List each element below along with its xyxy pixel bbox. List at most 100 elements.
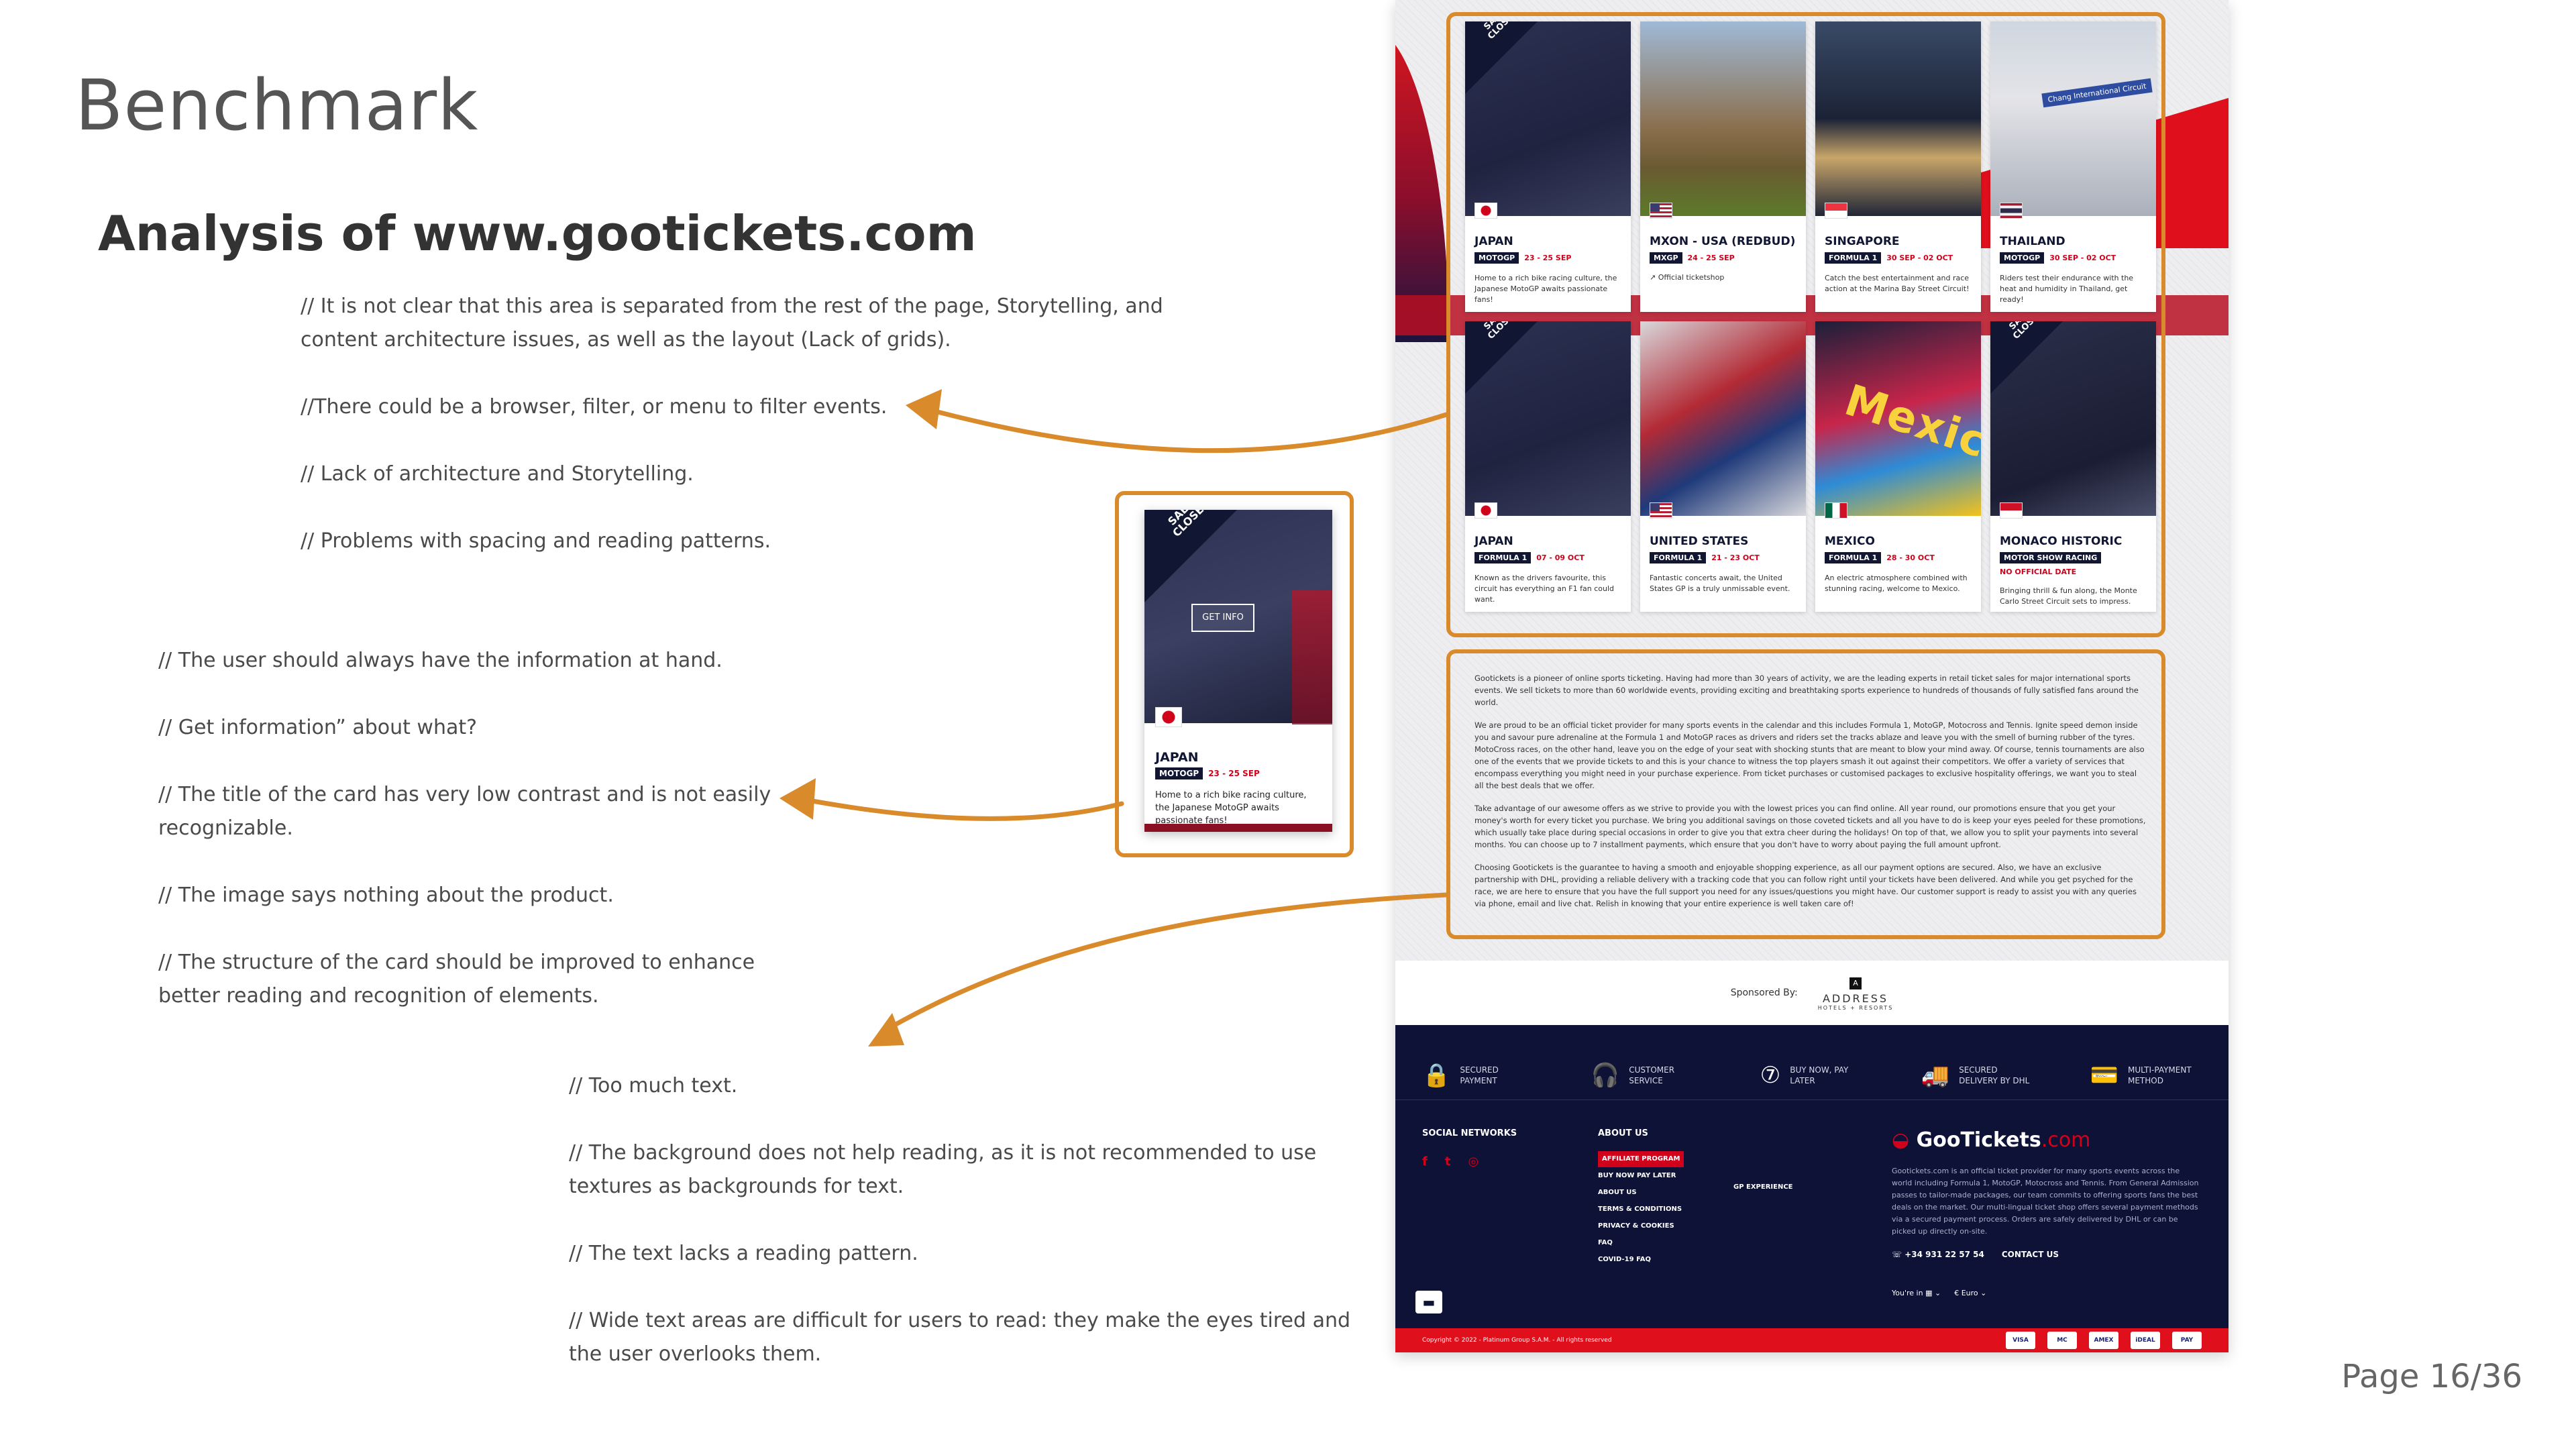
locale-label: You're in	[1892, 1289, 1923, 1297]
feature-label: MULTI-PAYMENT METHOD	[2127, 1065, 2192, 1085]
about-links: AFFILIATE PROGRAM BUY NOW PAY LATER ABOUT …	[1598, 1150, 1684, 1268]
payment-logo-icon: MC	[2047, 1332, 2077, 1349]
slide-title: Benchmark	[75, 64, 479, 146]
locale-selector[interactable]: You're in ▦ ⌄	[1892, 1289, 1941, 1297]
copyright-bar: Copyright © 2022 - Platinum Group S.A.M.…	[1395, 1328, 2229, 1352]
feature-label: BUY NOW, PAY LATER	[1790, 1065, 1849, 1085]
installments-icon: ⑦	[1760, 1061, 1781, 1089]
arrowhead	[868, 1013, 904, 1046]
page-number: Page 16/36	[2341, 1358, 2522, 1395]
about-link-row: FAQ	[1598, 1234, 1684, 1251]
footer-link[interactable]: ABOUT US	[1598, 1189, 1637, 1196]
feature-item: ⑦ BUY NOW, PAY LATER	[1760, 1051, 1864, 1099]
contact-us-link[interactable]: CONTACT US	[2002, 1250, 2059, 1259]
feature-item: 🚚 SECURED DELIVERY BY DHL	[1921, 1051, 2033, 1099]
note-line: // The image says nothing about the prod…	[158, 883, 614, 907]
phone-link[interactable]: ☏ +34 931 22 57 54	[1892, 1250, 1984, 1259]
highlight-text-area	[1446, 649, 2165, 939]
twitter-icon[interactable]: t	[1445, 1155, 1451, 1169]
chat-icon: ▬	[1422, 1294, 1436, 1310]
footer-link[interactable]: BUY NOW PAY LATER	[1598, 1172, 1676, 1179]
payment-logo-icon: VISA	[2006, 1332, 2035, 1349]
currency-label: Euro	[1961, 1289, 1978, 1297]
brand-column: ◒ GooTickets.com Gootickets.com is an of…	[1892, 1128, 2202, 1297]
about-link-row: BUY NOW PAY LATER	[1598, 1167, 1684, 1184]
note-line: // The background does not help reading,…	[569, 1141, 1317, 1198]
footer-link[interactable]: PRIVACY & COOKIES	[1598, 1222, 1674, 1230]
payment-logo-icon: PAY	[2172, 1332, 2202, 1349]
brand-logo-icon: ◒	[1892, 1128, 1917, 1152]
social-icons: f t ◎	[1422, 1155, 1517, 1169]
note-line: //There could be a browser, filter, or m…	[301, 395, 888, 419]
arrow-card	[802, 797, 1124, 821]
chevron-down-icon: ⌄	[1934, 1289, 1941, 1297]
footer-link[interactable]: AFFILIATE PROGRAM	[1598, 1151, 1684, 1167]
about-link-row: AFFILIATE PROGRAM	[1598, 1150, 1684, 1167]
card-icon: 💳	[2090, 1061, 2118, 1089]
facebook-icon[interactable]: f	[1422, 1155, 1428, 1169]
notes-cards-area: // It is not clear that this area is sep…	[301, 290, 1226, 558]
sponsor-name: ADDRESS	[1822, 991, 1889, 1005]
currency-selector[interactable]: € Euro ⌄	[1954, 1289, 1986, 1297]
phone-number: +34 931 22 57 54	[1904, 1250, 1984, 1259]
notes-text-block: // Too much text. // The background does…	[569, 1069, 1360, 1371]
sponsor-logo[interactable]: A ADDRESS HOTELS + RESORTS	[1818, 975, 1894, 1011]
note-line: // The user should always have the infor…	[158, 649, 722, 672]
site-footer: 🔒 SECURED PAYMENT 🎧 CUSTOMER SERVICE ⑦ BUY NO…	[1395, 1025, 2229, 1328]
sponsor-mark-icon: A	[1849, 977, 1862, 989]
about-link-row: PRIVACY & COOKIES	[1598, 1218, 1684, 1234]
about-link-row: ABOUT US	[1598, 1184, 1684, 1201]
about-link-row: COVID-19 FAQ	[1598, 1251, 1684, 1268]
uk-flag-icon: ▦	[1925, 1289, 1933, 1297]
footer-link[interactable]: FAQ	[1598, 1239, 1613, 1246]
sponsor-bar: Sponsored By: A ADDRESS HOTELS + RESORTS	[1395, 961, 2229, 1025]
note-line: // Wide text areas are difficult for use…	[569, 1309, 1351, 1366]
chat-button[interactable]: ▬	[1415, 1291, 1442, 1313]
arrow-text	[890, 892, 1449, 1029]
note-line: // The title of the card has very low co…	[158, 783, 771, 840]
feature-item: 💳 MULTI-PAYMENT METHOD	[2090, 1051, 2202, 1099]
footer-link[interactable]: COVID-19 FAQ	[1598, 1256, 1651, 1263]
footer-link[interactable]: TERMS & CONDITIONS	[1598, 1205, 1682, 1213]
about-link-row: TERMS & CONDITIONS	[1598, 1201, 1684, 1218]
highlight-cards-area	[1446, 12, 2165, 637]
highlight-zoomed-card	[1115, 491, 1354, 857]
lock-icon: 🔒	[1422, 1061, 1451, 1089]
social-title: SOCIAL NETWORKS	[1422, 1128, 1517, 1138]
feature-label: CUSTOMER SERVICE	[1629, 1065, 1675, 1085]
euro-icon: €	[1954, 1289, 1962, 1297]
gp-experience-link[interactable]: GP EXPERIENCE	[1733, 1183, 1793, 1191]
contact-row: ☏ +34 931 22 57 54 CONTACT US	[1892, 1250, 2202, 1259]
about-us-column: ABOUT US AFFILIATE PROGRAM BUY NOW PAY LA…	[1598, 1128, 1684, 1268]
brand-suffix: .com	[2041, 1128, 2091, 1152]
notes-card-structure: // The user should always have the infor…	[158, 644, 822, 1013]
payment-logo-icon: AMEX	[2089, 1332, 2118, 1349]
phone-icon: ☏	[1892, 1250, 1905, 1259]
note-line: // Problems with spacing and reading pat…	[301, 529, 771, 553]
note-line: // Lack of architecture and Storytelling…	[301, 462, 694, 486]
chevron-down-icon: ⌄	[1980, 1289, 1987, 1297]
payment-logo-icon: iDEAL	[2131, 1332, 2160, 1349]
feature-strip: 🔒 SECURED PAYMENT 🎧 CUSTOMER SERVICE ⑦ BUY NO…	[1395, 1025, 2229, 1100]
note-line: // The text lacks a reading pattern.	[569, 1242, 918, 1265]
slide-subtitle: Analysis of www.gootickets.com	[98, 205, 977, 262]
note-line: // Get information” about what?	[158, 716, 478, 739]
instagram-icon[interactable]: ◎	[1468, 1155, 1479, 1169]
feature-item: 🎧 CUSTOMER SERVICE	[1591, 1051, 1703, 1099]
about-title: ABOUT US	[1598, 1128, 1648, 1138]
social-networks: SOCIAL NETWORKS f t ◎	[1422, 1128, 1517, 1169]
headset-icon: 🎧	[1591, 1061, 1620, 1089]
brand-name: GooTickets	[1916, 1128, 2041, 1152]
note-line: // Too much text.	[569, 1074, 738, 1097]
note-line: // It is not clear that this area is sep…	[301, 294, 1163, 352]
sponsor-sub: HOTELS + RESORTS	[1817, 1004, 1894, 1011]
payment-methods: VISA MC AMEX iDEAL PAY	[2006, 1332, 2202, 1349]
locale-row: You're in ▦ ⌄ € Euro ⌄	[1892, 1289, 2202, 1297]
brand-logo[interactable]: ◒ GooTickets.com	[1892, 1128, 2202, 1152]
sponsor-label: Sponsored By:	[1730, 987, 1798, 998]
note-line: // The structure of the card should be i…	[158, 951, 755, 1008]
feature-label: SECURED PAYMENT	[1460, 1065, 1499, 1085]
brand-description: Gootickets.com is an official ticket pro…	[1892, 1167, 2199, 1236]
truck-icon: 🚚	[1921, 1061, 1950, 1089]
footer-columns: SOCIAL NETWORKS f t ◎ ABOUT US AFFILIATE P…	[1422, 1128, 2202, 1309]
